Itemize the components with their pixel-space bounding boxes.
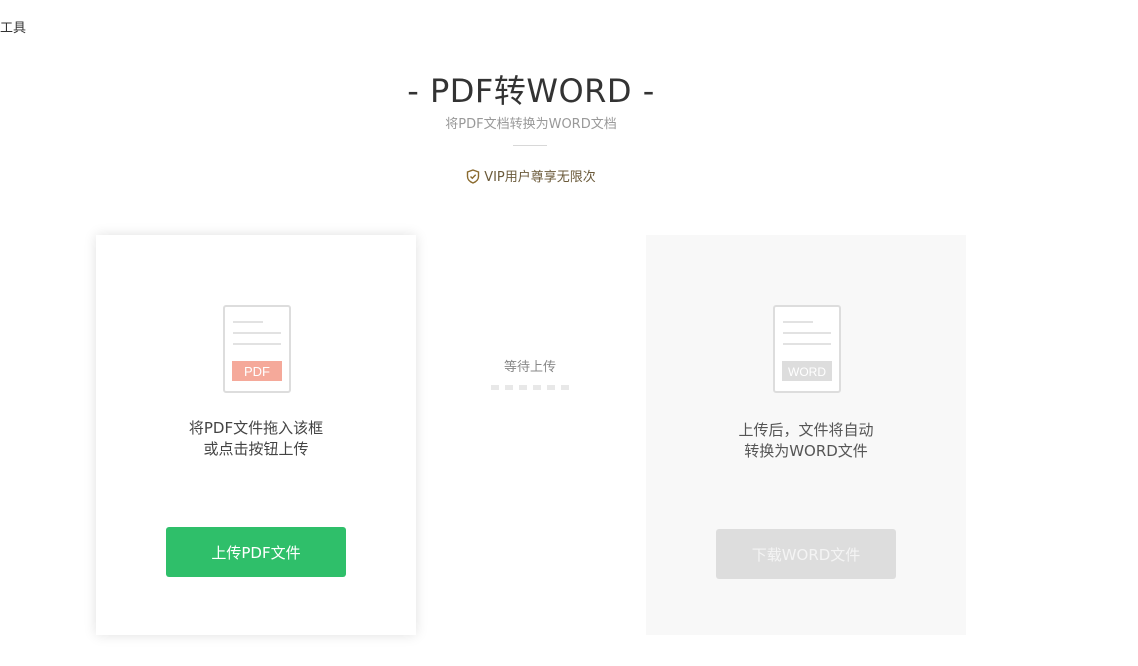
progress-dot bbox=[491, 385, 499, 390]
pdf-to-word-page: 工具 - PDF转WORD - 将PDF文档转换为WORD文档 VIP用户尊享无… bbox=[0, 0, 1138, 666]
word-document-icon: WORD bbox=[773, 305, 841, 393]
waiting-status: 等待上传 bbox=[503, 360, 556, 375]
tools-label: 工具 bbox=[0, 21, 27, 36]
progress-dot bbox=[533, 385, 541, 390]
vip-notice: VIP用户尊享无限次 bbox=[0, 166, 1062, 188]
upload-instructions: 将PDF文件拖入该框 或点击按钮上传 bbox=[96, 418, 416, 460]
pdf-badge-text: PDF bbox=[244, 364, 270, 379]
title-divider bbox=[513, 145, 547, 146]
upload-line-1: 将PDF文件拖入该框 bbox=[188, 419, 324, 437]
pdf-document-icon: PDF bbox=[223, 305, 291, 393]
download-line-1: 上传后，文件将自动 bbox=[738, 421, 874, 439]
progress-dot bbox=[519, 385, 527, 390]
progress-dots bbox=[491, 385, 571, 390]
download-line-2: 转换为WORD文件 bbox=[744, 442, 868, 460]
download-instructions: 上传后，文件将自动 转换为WORD文件 bbox=[646, 420, 966, 462]
progress-dot bbox=[561, 385, 569, 390]
word-badge-text: WORD bbox=[788, 365, 826, 379]
progress-dot bbox=[547, 385, 555, 390]
upload-dropzone[interactable]: PDF 将PDF文件拖入该框 或点击按钮上传 上传PDF文件 bbox=[96, 235, 416, 635]
download-panel: WORD 上传后，文件将自动 转换为WORD文件 下载WORD文件 bbox=[646, 235, 966, 635]
page-subtitle: 将PDF文档转换为WORD文档 bbox=[445, 117, 617, 132]
progress-dot bbox=[505, 385, 513, 390]
upload-pdf-button[interactable]: 上传PDF文件 bbox=[166, 527, 346, 577]
page-title: - PDF转WORD - bbox=[407, 72, 655, 110]
upload-line-2: 或点击按钮上传 bbox=[203, 440, 309, 458]
download-word-button[interactable]: 下载WORD文件 bbox=[716, 529, 896, 579]
shield-check-icon bbox=[466, 169, 480, 188]
vip-text: VIP用户尊享无限次 bbox=[484, 170, 596, 185]
